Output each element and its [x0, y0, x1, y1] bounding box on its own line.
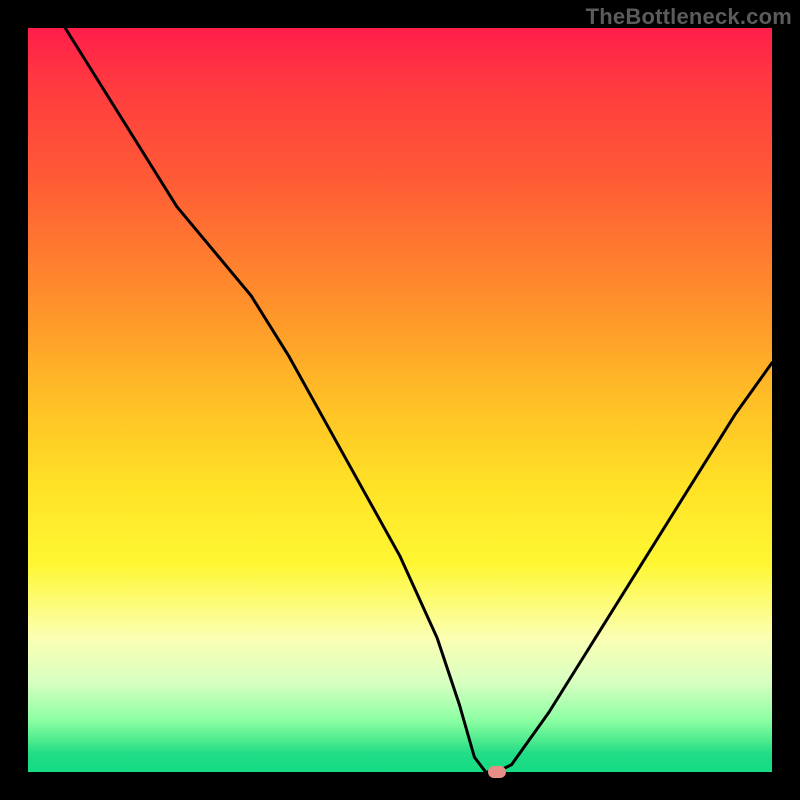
chart-frame: TheBottleneck.com — [0, 0, 800, 800]
bottleneck-curve — [28, 28, 772, 772]
watermark-text: TheBottleneck.com — [586, 4, 792, 30]
selected-point-marker — [488, 766, 506, 778]
plot-area — [28, 28, 772, 772]
